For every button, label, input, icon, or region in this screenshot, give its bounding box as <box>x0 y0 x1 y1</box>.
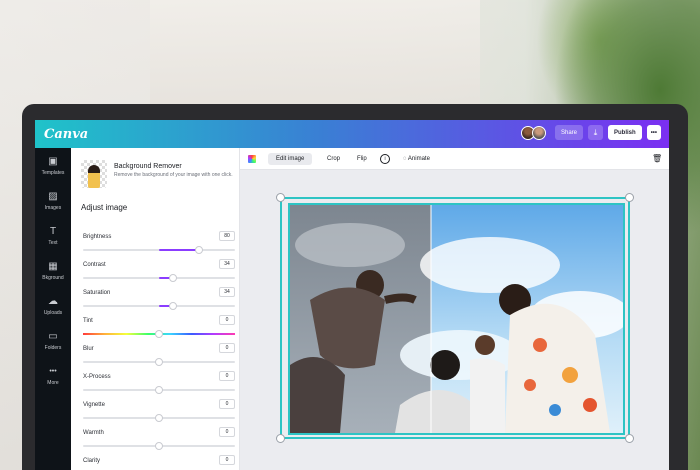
adjust-x-process: X-Process 0 <box>83 371 235 400</box>
adjust-warmth: Warmth 0 <box>83 427 235 456</box>
download-icon: ⤓ <box>593 127 598 137</box>
trash-icon[interactable]: 🗑 <box>652 153 662 165</box>
wall-panel <box>150 0 480 110</box>
adjust-brightness: Brightness 80 <box>83 231 235 260</box>
blur-slider-handle[interactable] <box>155 358 163 366</box>
brightness-value[interactable]: 80 <box>219 231 235 241</box>
adjust-contrast: Contrast 34 <box>83 259 235 288</box>
more-options-button[interactable]: ••• <box>646 125 661 140</box>
publish-button[interactable]: Publish <box>608 125 642 140</box>
avatar[interactable] <box>532 125 546 140</box>
clarity-value[interactable]: 0 <box>219 455 235 465</box>
adjust-clarity: Clarity 0 <box>83 455 235 470</box>
resize-handle-top-left[interactable] <box>276 193 285 202</box>
selection-frame[interactable] <box>276 193 634 443</box>
vignette-value[interactable]: 0 <box>219 399 235 409</box>
side-rail: ▣ Templates ▨ Images T Text ▦ Bkground ☁… <box>35 148 71 470</box>
blur-value[interactable]: 0 <box>219 343 235 353</box>
crop-button[interactable]: Crop <box>327 153 340 165</box>
background-remover-thumbnail <box>81 160 107 188</box>
info-icon[interactable]: i <box>380 154 390 164</box>
background-remover-card[interactable]: Background Remover Remove the background… <box>81 160 236 192</box>
top-bar-actions: Share ⤓ Publish ••• <box>521 125 661 140</box>
background-icon: ▦ <box>48 261 58 272</box>
adjust-panel: Background Remover Remove the background… <box>71 148 240 470</box>
adjust-vignette: Vignette 0 <box>83 399 235 428</box>
upload-icon: ☁ <box>48 296 58 307</box>
vignette-slider-handle[interactable] <box>155 414 163 422</box>
canva-logo[interactable]: Canva <box>44 127 88 142</box>
share-button[interactable]: Share <box>555 125 584 140</box>
image-toolbar: Edit image Crop Flip i ◌ Animate 🗑 <box>240 148 669 170</box>
saturation-value[interactable]: 34 <box>219 287 235 297</box>
rail-item-background[interactable]: ▦ Bkground <box>35 261 71 281</box>
x-process-slider-handle[interactable] <box>155 386 163 394</box>
more-icon: ••• <box>49 368 57 375</box>
saturation-slider-handle[interactable] <box>169 302 177 310</box>
top-bar: Canva Share ⤓ Publish ••• <box>35 120 669 148</box>
background-remover-description: Remove the background of your image with… <box>114 172 233 178</box>
adjust-blur: Blur 0 <box>83 343 235 372</box>
adjust-tint: Tint 0 <box>83 315 235 344</box>
rail-item-templates[interactable]: ▣ Templates <box>35 156 71 176</box>
resize-handle-top-right[interactable] <box>625 193 634 202</box>
x-process-value[interactable]: 0 <box>219 371 235 381</box>
resize-handle-bottom-right[interactable] <box>625 434 634 443</box>
warmth-slider-handle[interactable] <box>155 442 163 450</box>
collaborator-avatars[interactable] <box>521 125 546 140</box>
rail-item-folders[interactable]: ▭ Folders <box>35 331 71 351</box>
tint-slider-handle[interactable] <box>155 330 163 338</box>
download-button[interactable]: ⤓ <box>588 125 604 140</box>
templates-icon: ▣ <box>48 156 58 167</box>
text-icon: T <box>49 226 57 237</box>
contrast-value[interactable]: 34 <box>219 259 235 269</box>
edit-image-button[interactable]: Edit image <box>268 153 313 165</box>
adjust-saturation: Saturation 34 <box>83 287 235 316</box>
rail-item-uploads[interactable]: ☁ Uploads <box>35 296 71 316</box>
folder-icon: ▭ <box>48 331 58 342</box>
warmth-value[interactable]: 0 <box>219 427 235 437</box>
rail-item-more[interactable]: ••• More <box>35 366 71 386</box>
rail-item-text[interactable]: T Text <box>35 226 71 246</box>
flip-button[interactable]: Flip <box>357 153 367 165</box>
contrast-slider-handle[interactable] <box>169 274 177 282</box>
images-icon: ▨ <box>48 191 58 202</box>
brightness-slider-handle[interactable] <box>195 246 203 254</box>
resize-handle-bottom-left[interactable] <box>276 434 285 443</box>
rail-item-images[interactable]: ▨ Images <box>35 191 71 211</box>
adjust-image-heading: Adjust image <box>81 203 128 212</box>
animate-button[interactable]: ◌ Animate <box>403 153 430 165</box>
tint-value[interactable]: 0 <box>219 315 235 325</box>
color-palette-icon[interactable] <box>248 155 256 163</box>
background-remover-title: Background Remover <box>114 163 182 170</box>
